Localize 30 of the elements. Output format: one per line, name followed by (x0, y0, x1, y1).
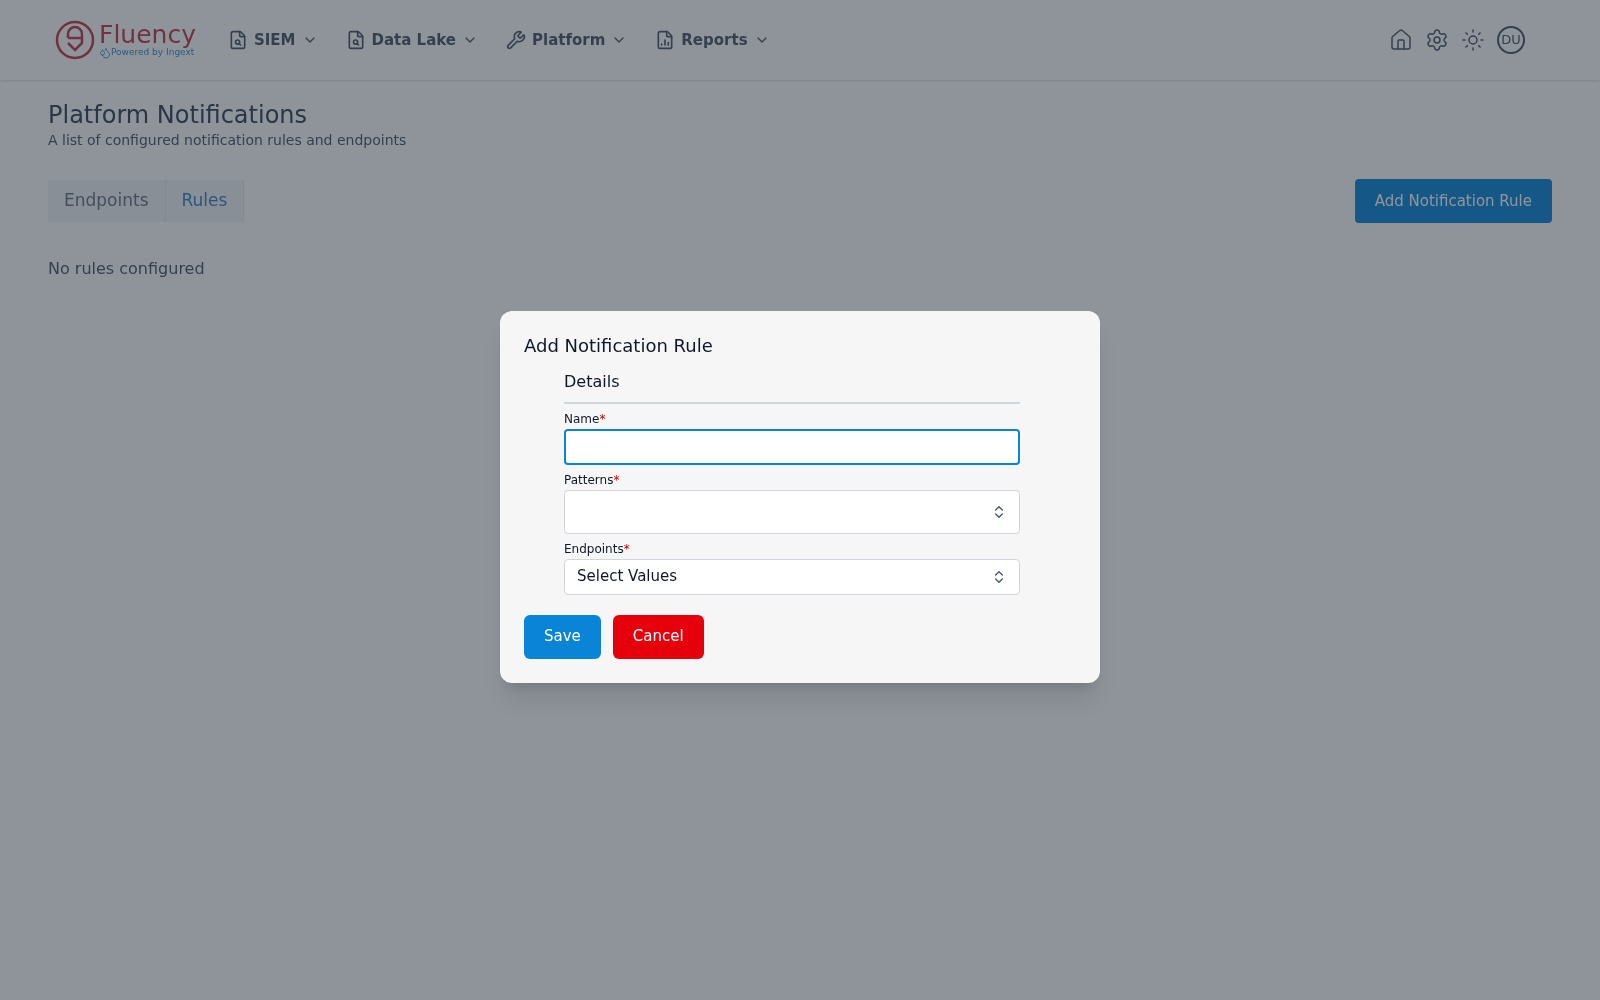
page-title: Platform Notifications (48, 100, 309, 130)
brand-tagline: Powered by Ingext (111, 48, 195, 57)
tab[interactable]: Rules (165, 180, 245, 222)
name-field[interactable] (564, 428, 1020, 465)
tab[interactable]: Endpoints (48, 180, 166, 222)
brand-name: Fluency (99, 21, 196, 47)
field-label: Endpoints* (564, 541, 631, 557)
select-field[interactable]: Select Values (564, 558, 1020, 595)
cancel-button[interactable]: Cancel (612, 614, 704, 659)
sun-icon[interactable] (1461, 28, 1485, 52)
select-field[interactable] (564, 489, 1020, 534)
nav-menu[interactable]: Data Lake (345, 28, 478, 52)
add-rule-button[interactable]: Add Notification Rule (1354, 179, 1552, 223)
settings-icon[interactable] (1425, 28, 1449, 52)
nav-menu[interactable]: SIEM (227, 28, 318, 52)
lock-logo-icon (55, 20, 95, 60)
field-label: Name* (564, 411, 607, 427)
empty-message: No rules configured (48, 258, 206, 280)
user-avatar[interactable]: DU (1497, 26, 1525, 54)
home-icon[interactable] (1389, 28, 1413, 52)
wrench-icon (506, 30, 526, 50)
page-subtitle: A list of configured notification rules and endpoints (48, 131, 408, 150)
nav-menu[interactable]: Reports (655, 28, 770, 52)
field-label: Patterns* (564, 472, 621, 488)
drops-icon (99, 46, 111, 59)
nav-menu[interactable]: Platform (506, 28, 628, 52)
section-heading: Details (564, 369, 1020, 404)
save-button[interactable]: Save (524, 614, 601, 659)
document-chart-icon (655, 30, 676, 50)
dialog-title: Add Notification Rule (524, 335, 714, 358)
